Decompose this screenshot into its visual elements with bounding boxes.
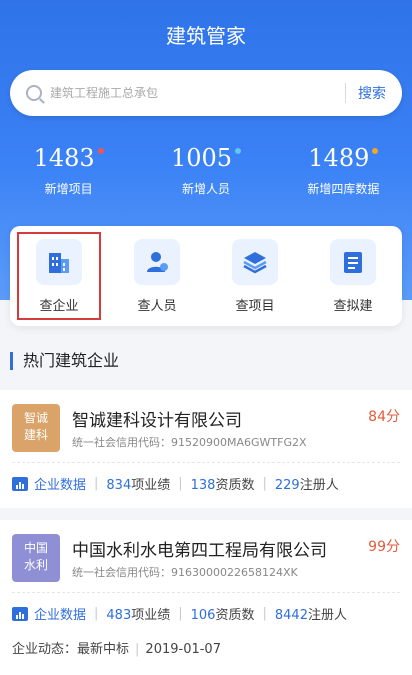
person-icon <box>134 238 180 285</box>
quick-label: 查项目 <box>235 298 275 314</box>
performance-stat[interactable]: 834项业绩 <box>106 474 170 493</box>
company-name[interactable]: 智诚建科设计有限公司 <box>72 406 340 431</box>
company-score: 99分 <box>368 539 400 555</box>
search-input[interactable] <box>50 86 345 100</box>
stat-value: 1483 <box>33 144 95 172</box>
layers-icon <box>232 238 278 285</box>
company-dynamic[interactable]: 企业动态：最新中标 | 2019-01-07 <box>12 638 221 657</box>
company-card[interactable]: 智诚 建科 智诚建科设计有限公司 84分 统一社会信用代码：91520900MA… <box>0 390 412 508</box>
search-icon <box>26 85 42 101</box>
quick-actions: 查企业 查人员 查项目 查拟建 <box>10 226 402 326</box>
stat-value: 1489 <box>308 144 370 172</box>
credit-code: 统一社会信用代码：9163000022658124XK <box>72 564 298 580</box>
quick-search-projects[interactable]: 查项目 <box>215 234 295 318</box>
registered-stat[interactable]: 229注册人 <box>275 474 339 493</box>
app-title: 建筑管家 <box>166 24 246 48</box>
qualification-count: 106 <box>190 608 216 623</box>
credit-code-label: 统一社会信用代码： <box>72 436 171 449</box>
search-button[interactable]: 搜索 <box>346 83 402 103</box>
registered-label: 注册人 <box>299 478 339 493</box>
registered-label: 注册人 <box>307 608 347 623</box>
qualification-label: 资质数 <box>215 608 255 623</box>
stat-label: 新增四库数据 <box>307 182 380 196</box>
stat-new-four-library[interactable]: 1489 新增四库数据 <box>275 142 412 197</box>
quick-search-people[interactable]: 查人员 <box>117 234 197 318</box>
building-icon <box>36 238 82 285</box>
qualification-stat[interactable]: 106资质数 <box>191 604 255 623</box>
quick-search-planned[interactable]: 查拟建 <box>313 234 393 318</box>
company-data-link[interactable]: 企业数据 <box>34 474 86 493</box>
performance-count: 483 <box>106 608 132 623</box>
document-icon <box>330 238 376 285</box>
stat-dot <box>235 148 242 154</box>
quick-search-company[interactable]: 查企业 <box>17 232 101 320</box>
qualification-count: 138 <box>190 478 216 493</box>
performance-count: 834 <box>106 478 132 493</box>
quick-label: 查企业 <box>39 298 79 314</box>
separator: | <box>135 642 140 657</box>
separator: | <box>178 476 183 491</box>
qualification-stat[interactable]: 138资质数 <box>191 474 255 493</box>
stats-row: 1483 新增项目 1005 新增人员 1489 新增四库数据 <box>0 142 412 197</box>
registered-stat[interactable]: 8442注册人 <box>275 604 347 623</box>
credit-code-value: 91520900MA6GWTFG2X <box>171 436 307 449</box>
card-divider <box>12 462 400 463</box>
stat-label: 新增人员 <box>181 182 230 196</box>
section-title: 热门建筑企业 <box>10 352 119 370</box>
separator: | <box>262 606 267 621</box>
stat-value: 1005 <box>170 144 233 172</box>
dynamic-status: 最新中标 <box>77 642 130 657</box>
company-data-row: 企业数据 | 834项业绩 | 138资质数 | 229注册人 <box>12 474 339 493</box>
card-divider <box>12 592 400 593</box>
quick-label: 查人员 <box>137 298 177 314</box>
logo-line: 中国 <box>23 541 48 555</box>
performance-label: 项业绩 <box>131 608 171 623</box>
credit-code: 统一社会信用代码：91520900MA6GWTFG2X <box>72 434 307 450</box>
registered-count: 229 <box>274 478 300 493</box>
company-score: 84分 <box>368 409 400 425</box>
bar-chart-icon <box>12 606 28 621</box>
registered-count: 8442 <box>274 608 308 623</box>
company-logo: 中国 水利 <box>12 534 60 582</box>
performance-label: 项业绩 <box>131 478 171 493</box>
quick-label: 查拟建 <box>333 298 373 314</box>
dynamic-date: 2019-01-07 <box>145 642 221 657</box>
credit-code-value: 9163000022658124XK <box>171 566 298 579</box>
bar-chart-icon <box>12 476 28 491</box>
qualification-label: 资质数 <box>215 478 255 493</box>
separator: | <box>178 606 183 621</box>
logo-line: 水利 <box>23 558 48 572</box>
dynamic-label: 企业动态： <box>12 642 78 657</box>
stat-new-projects[interactable]: 1483 新增项目 <box>0 142 137 197</box>
logo-line: 建科 <box>23 428 48 442</box>
company-name[interactable]: 中国水利水电第四工程局有限公司 <box>72 536 340 561</box>
credit-code-label: 统一社会信用代码： <box>72 566 171 579</box>
stat-new-people[interactable]: 1005 新增人员 <box>137 142 274 197</box>
stat-label: 新增项目 <box>44 182 93 196</box>
stat-dot <box>372 148 379 154</box>
search-bar: 搜索 <box>10 70 402 116</box>
logo-line: 智诚 <box>23 411 48 425</box>
company-data-link[interactable]: 企业数据 <box>34 604 86 623</box>
company-data-row: 企业数据 | 483项业绩 | 106资质数 | 8442注册人 <box>12 604 347 623</box>
separator: | <box>94 606 99 621</box>
company-logo: 智诚 建科 <box>12 404 60 452</box>
separator: | <box>94 476 99 491</box>
separator: | <box>262 476 267 491</box>
performance-stat[interactable]: 483项业绩 <box>106 604 170 623</box>
stat-dot <box>97 148 104 154</box>
